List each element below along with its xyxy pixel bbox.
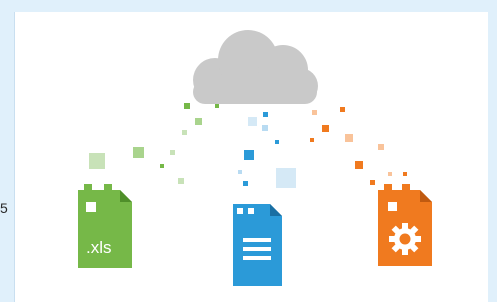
spreadsheet-file-icon: .xls [78, 184, 132, 268]
data-particles [89, 103, 407, 188]
settings-file-icon [378, 184, 432, 266]
cloud-icon [193, 30, 318, 104]
illustration-frame: 5 .xls [0, 0, 497, 302]
gear-icon [389, 223, 421, 255]
spreadsheet-file-label: .xls [86, 238, 112, 257]
cloud-sync-illustration: .xls [78, 30, 432, 286]
document-file-icon [233, 204, 282, 286]
